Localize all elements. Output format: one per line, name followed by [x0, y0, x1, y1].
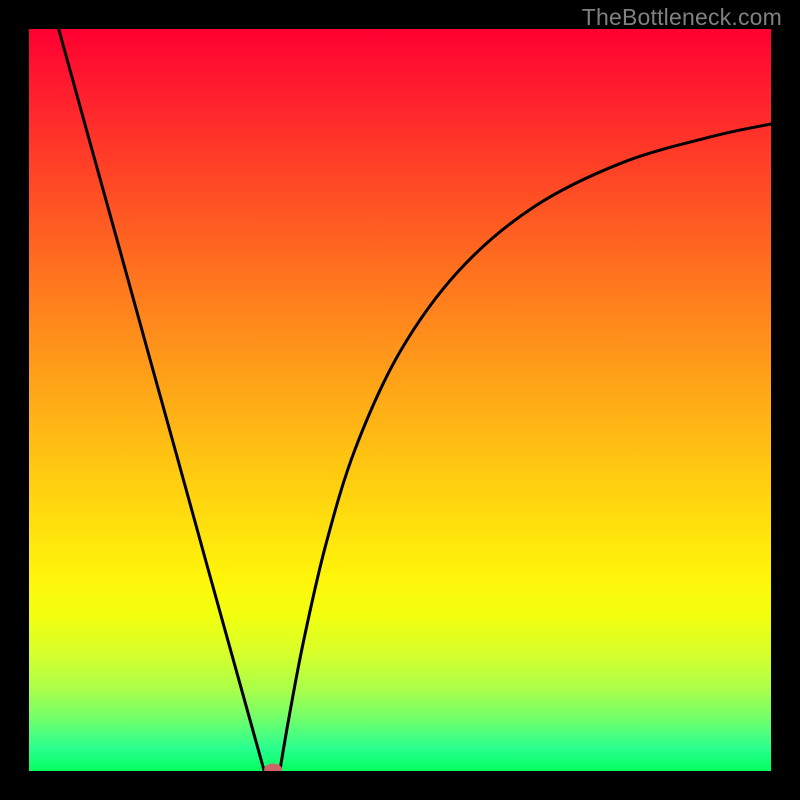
watermark-text: TheBottleneck.com — [582, 4, 782, 31]
curve-left-branch — [59, 29, 265, 771]
curve-right-branch — [280, 124, 771, 771]
chart-curve-layer — [29, 29, 771, 771]
chart-frame — [29, 29, 771, 771]
